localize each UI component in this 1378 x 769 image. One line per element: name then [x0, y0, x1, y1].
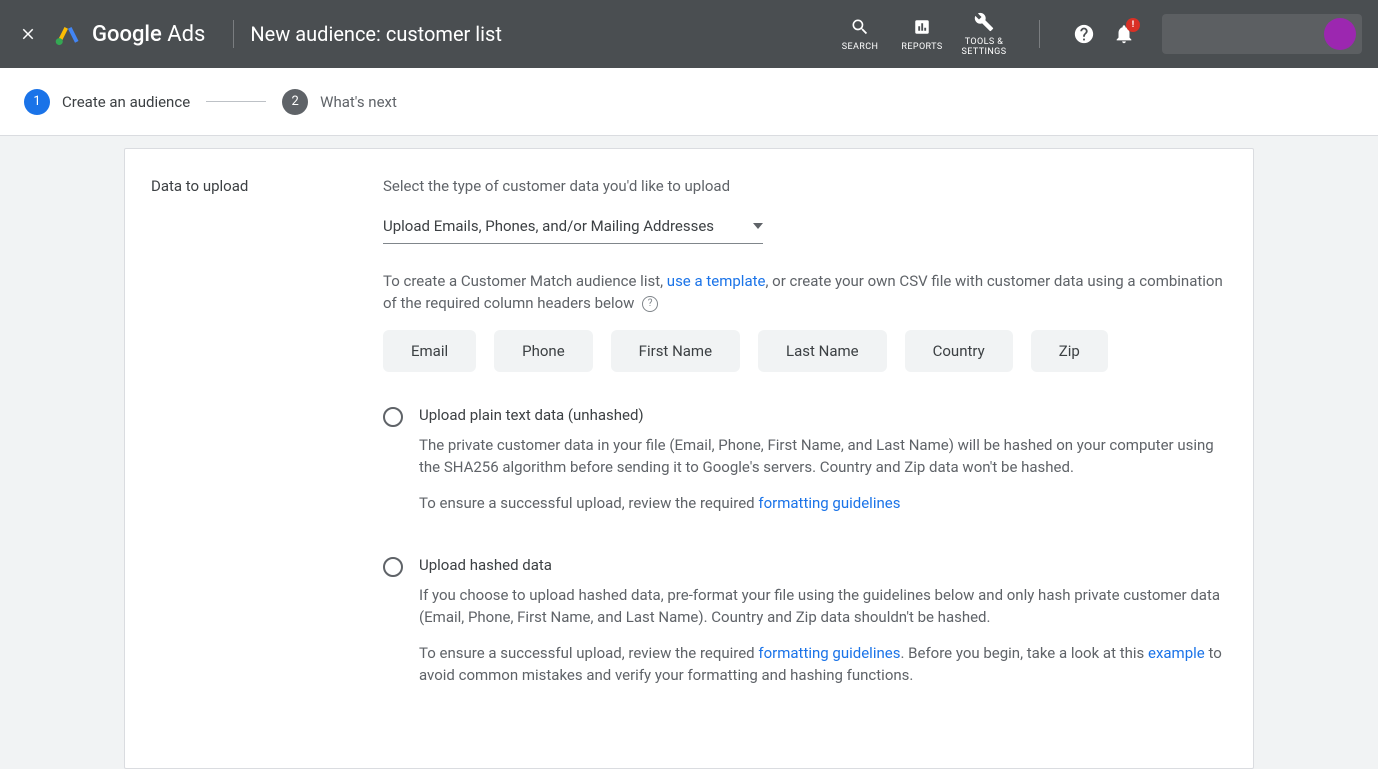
- chip-last-name: Last Name: [758, 330, 887, 372]
- formatting-guidelines-link[interactable]: formatting guidelines: [758, 644, 900, 662]
- chip-zip: Zip: [1031, 330, 1108, 372]
- account-switcher[interactable]: [1162, 14, 1362, 54]
- google-ads-logo-icon: [54, 20, 82, 48]
- reports-label: REPORTS: [901, 42, 942, 52]
- card-content: Select the type of customer data you'd l…: [383, 177, 1227, 728]
- help-icon: [1073, 23, 1095, 45]
- option-hashed: Upload hashed data If you choose to uplo…: [383, 556, 1227, 700]
- chip-email: Email: [383, 330, 476, 372]
- option-body: Upload plain text data (unhashed) The pr…: [419, 406, 1227, 528]
- header-tools: SEARCH REPORTS TOOLS &SETTINGS !: [837, 11, 1362, 57]
- help-button[interactable]: [1072, 22, 1096, 46]
- step-number: 1: [24, 89, 50, 115]
- search-label: SEARCH: [842, 42, 879, 52]
- step-label: What's next: [320, 93, 397, 111]
- logo-text: Google Ads: [92, 22, 205, 47]
- use-template-link[interactable]: use a template: [667, 272, 766, 290]
- intro-text: Select the type of customer data you'd l…: [383, 177, 1227, 195]
- reports-icon: [911, 16, 933, 38]
- tools-settings-button[interactable]: TOOLS &SETTINGS: [961, 11, 1007, 57]
- dropdown-value: Upload Emails, Phones, and/or Mailing Ad…: [383, 217, 743, 235]
- option-body: Upload hashed data If you choose to uplo…: [419, 556, 1227, 700]
- radio-plain-text[interactable]: [383, 407, 403, 427]
- option-note: To ensure a successful upload, review th…: [419, 642, 1227, 686]
- tools-settings-label: TOOLS &SETTINGS: [962, 37, 1007, 57]
- section-label: Data to upload: [151, 177, 383, 728]
- divider: [233, 20, 234, 48]
- chip-phone: Phone: [494, 330, 593, 372]
- step-label: Create an audience: [62, 93, 190, 111]
- close-icon: [19, 25, 37, 43]
- divider: [1039, 20, 1040, 48]
- step-create-audience[interactable]: 1 Create an audience: [24, 89, 190, 115]
- formatting-guidelines-link[interactable]: formatting guidelines: [758, 494, 900, 512]
- search-icon: [849, 16, 871, 38]
- avatar[interactable]: [1324, 18, 1356, 50]
- option-description: The private customer data in your file (…: [419, 434, 1227, 478]
- help-tooltip-icon[interactable]: ?: [642, 296, 658, 312]
- reports-button[interactable]: REPORTS: [899, 16, 945, 52]
- app-header: Google Ads New audience: customer list S…: [0, 0, 1378, 68]
- upload-type-dropdown[interactable]: Upload Emails, Phones, and/or Mailing Ad…: [383, 211, 763, 244]
- logo: Google Ads: [54, 20, 205, 48]
- notification-badge: !: [1126, 18, 1140, 32]
- chevron-down-icon: [753, 223, 763, 229]
- option-description: If you choose to upload hashed data, pre…: [419, 584, 1227, 628]
- search-button[interactable]: SEARCH: [837, 16, 883, 52]
- template-description: To create a Customer Match audience list…: [383, 270, 1227, 314]
- wrench-icon: [973, 11, 995, 33]
- step-whats-next[interactable]: 2 What's next: [282, 89, 397, 115]
- column-header-chips: Email Phone First Name Last Name Country…: [383, 330, 1227, 372]
- option-plain-text: Upload plain text data (unhashed) The pr…: [383, 406, 1227, 528]
- option-title: Upload hashed data: [419, 556, 1227, 574]
- option-note: To ensure a successful upload, review th…: [419, 492, 1227, 514]
- example-link[interactable]: example: [1148, 644, 1205, 662]
- chip-country: Country: [905, 330, 1013, 372]
- data-to-upload-card: Data to upload Select the type of custom…: [124, 148, 1254, 769]
- stepper: 1 Create an audience 2 What's next: [0, 68, 1378, 136]
- step-connector: [206, 101, 266, 102]
- notifications-button[interactable]: !: [1112, 22, 1136, 46]
- radio-hashed[interactable]: [383, 557, 403, 577]
- page-title: New audience: customer list: [250, 22, 501, 46]
- option-title: Upload plain text data (unhashed): [419, 406, 1227, 424]
- step-number: 2: [282, 89, 308, 115]
- close-button[interactable]: [16, 22, 40, 46]
- chip-first-name: First Name: [611, 330, 740, 372]
